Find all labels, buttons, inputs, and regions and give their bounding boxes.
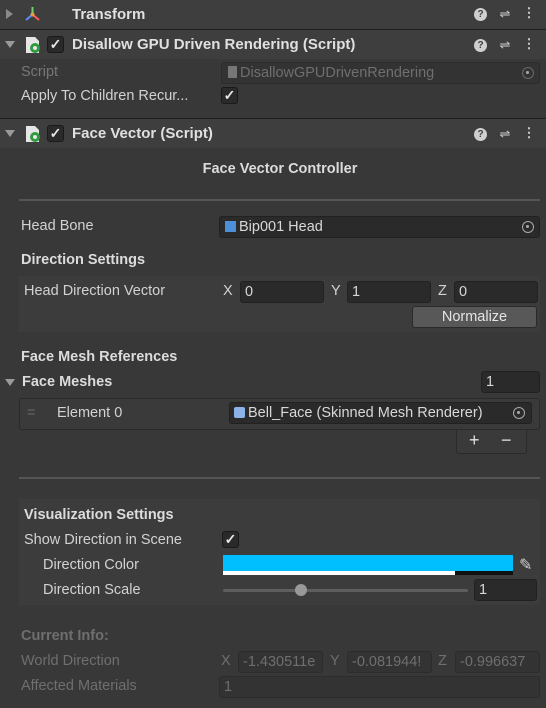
current-info-heading: Current Info:	[21, 628, 109, 644]
element0-field[interactable]: Bell_Face (Skinned Mesh Renderer)	[229, 402, 532, 424]
world-x-label: X	[221, 653, 231, 669]
direction-scale-label: Direction Scale	[43, 582, 141, 598]
apply-children-label: Apply To Children Recur...	[21, 88, 189, 104]
direction-color-label: Direction Color	[43, 557, 139, 573]
help-icon[interactable]: ?	[474, 8, 487, 21]
more-icon[interactable]: ⋮	[521, 36, 537, 52]
fold-down-icon[interactable]	[5, 379, 15, 386]
remove-element-button[interactable]: −	[501, 430, 512, 451]
alpha-bar	[223, 571, 455, 575]
face-meshes-count[interactable]: 1	[481, 371, 540, 393]
head-bone-field[interactable]: Bip001 Head	[219, 216, 540, 238]
more-icon[interactable]: ⋮	[521, 125, 537, 141]
world-x-field: -1.430511e	[238, 651, 323, 673]
affected-materials-field: 1	[219, 676, 540, 698]
vector-z-field[interactable]: 0	[454, 281, 538, 303]
script-label: Script	[21, 64, 59, 80]
world-direction-label: World Direction	[21, 653, 120, 669]
world-z-field: -0.996637	[455, 651, 540, 673]
transform-title: Transform	[72, 6, 146, 23]
script-file-icon	[228, 66, 237, 78]
more-icon[interactable]: ⋮	[521, 5, 537, 21]
transform-icon	[25, 7, 40, 21]
object-picker-icon[interactable]	[522, 67, 534, 79]
fold-down-icon[interactable]	[5, 41, 15, 48]
direction-scale-field[interactable]: 1	[474, 579, 537, 601]
apply-children-checkbox[interactable]: ✓	[221, 87, 238, 104]
fold-right-icon[interactable]	[6, 9, 13, 19]
disallow-title: Disallow GPU Driven Rendering (Script)	[72, 36, 356, 53]
element0-label: Element 0	[57, 405, 123, 421]
disallow-gpu-header[interactable]: ✓ Disallow GPU Driven Rendering (Script)…	[0, 29, 546, 59]
object-picker-icon[interactable]	[513, 407, 525, 419]
script-icon	[26, 37, 40, 53]
transform-header[interactable]: Transform ? ⇌ ⋮	[0, 0, 546, 29]
show-direction-label: Show Direction in Scene	[24, 532, 182, 548]
vector-y-field[interactable]: 1	[347, 281, 431, 303]
vector-x-label: X	[223, 283, 233, 299]
direction-settings-heading: Direction Settings	[21, 252, 146, 268]
color-fill	[223, 555, 513, 571]
head-bone-value: Bip001 Head	[239, 219, 323, 235]
show-direction-checkbox[interactable]: ✓	[222, 531, 239, 548]
vector-x-field[interactable]: 0	[240, 281, 324, 303]
direction-scale-slider-track[interactable]	[223, 589, 468, 592]
face-mesh-references-heading: Face Mesh References	[21, 349, 178, 365]
help-icon[interactable]: ?	[474, 39, 487, 52]
presets-icon[interactable]: ⇌	[497, 37, 513, 53]
eyedropper-icon[interactable]: ✎	[519, 555, 532, 575]
divider	[19, 199, 540, 201]
world-z-label: Z	[438, 653, 447, 669]
object-picker-icon[interactable]	[522, 221, 534, 233]
skinned-mesh-icon	[234, 407, 245, 418]
add-element-button[interactable]: +	[469, 430, 480, 451]
script-icon	[26, 126, 40, 142]
divider	[19, 477, 540, 479]
face-vector-title: Face Vector (Script)	[72, 125, 213, 142]
vector-y-label: Y	[331, 283, 341, 299]
face-vector-enabled-checkbox[interactable]: ✓	[47, 125, 64, 142]
presets-icon[interactable]: ⇌	[497, 6, 513, 22]
world-y-label: Y	[330, 653, 340, 669]
fold-down-icon[interactable]	[5, 130, 15, 137]
disallow-enabled-checkbox[interactable]: ✓	[47, 36, 64, 53]
face-vector-header[interactable]: ✓ Face Vector (Script) ? ⇌ ⋮	[0, 118, 546, 148]
world-y-field: -0.081944!	[347, 651, 432, 673]
direction-color-swatch[interactable]	[223, 555, 513, 575]
controller-title: Face Vector Controller	[202, 161, 358, 177]
presets-icon[interactable]: ⇌	[497, 126, 513, 142]
script-field[interactable]: DisallowGPUDrivenRendering	[221, 62, 540, 84]
head-direction-label: Head Direction Vector	[24, 283, 166, 299]
face-meshes-label[interactable]: Face Meshes	[22, 374, 112, 390]
affected-materials-label: Affected Materials	[21, 678, 137, 694]
vector-z-label: Z	[438, 283, 447, 299]
element0-value: Bell_Face (Skinned Mesh Renderer)	[248, 405, 483, 421]
script-field-value: DisallowGPUDrivenRendering	[240, 65, 435, 81]
drag-handle-icon[interactable]: =	[27, 405, 35, 421]
normalize-button[interactable]: Normalize	[412, 306, 537, 328]
list-footer	[456, 430, 527, 454]
help-icon[interactable]: ?	[474, 128, 487, 141]
visualization-heading: Visualization Settings	[24, 507, 174, 523]
transform-cube-icon	[225, 221, 236, 232]
head-bone-label: Head Bone	[21, 218, 94, 234]
